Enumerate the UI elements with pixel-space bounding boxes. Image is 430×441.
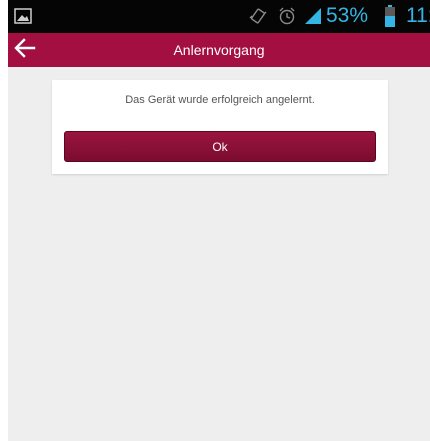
gallery-icon <box>14 8 32 29</box>
vibrate-icon <box>248 6 268 31</box>
signal-icon <box>303 6 323 31</box>
status-time: 11:18 <box>406 4 430 27</box>
app-screen: 53% 11:18 Anlernvorgang Das Gerät wurde … <box>8 0 430 441</box>
page-title: Anlernvorgang <box>173 42 265 58</box>
back-button[interactable] <box>8 33 42 67</box>
dialog-message: Das Gerät wurde erfolgreich angelernt. <box>125 94 315 106</box>
battery-percent: 53% <box>326 4 369 27</box>
action-bar: Anlernvorgang <box>8 33 430 67</box>
ok-button[interactable]: Ok <box>64 131 376 162</box>
status-bar: 53% 11:18 <box>8 0 430 33</box>
success-dialog: Das Gerät wurde erfolgreich angelernt. O… <box>52 80 388 174</box>
battery-icon <box>384 5 396 32</box>
alarm-icon <box>277 6 297 31</box>
arrow-left-icon <box>14 37 36 63</box>
